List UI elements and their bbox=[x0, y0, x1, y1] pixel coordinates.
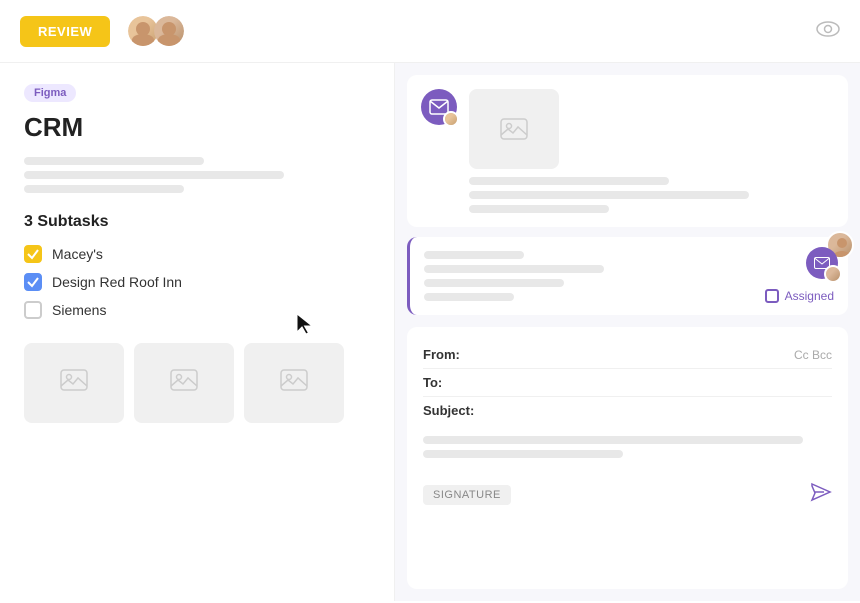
main-layout: Figma CRM 3 Subtasks Macey's Design Red … bbox=[0, 63, 860, 601]
email-footer: SIGNATURE bbox=[423, 474, 832, 508]
header-left: REVIEW bbox=[20, 14, 186, 48]
figma-tag: Figma bbox=[24, 84, 76, 102]
signature-button[interactable]: SIGNATURE bbox=[423, 485, 511, 505]
email-subject-row: Subject: bbox=[423, 397, 832, 424]
avatar-face-2 bbox=[154, 16, 184, 46]
message-card-2: Assigned bbox=[407, 237, 848, 315]
thumbnail-2[interactable] bbox=[134, 343, 234, 423]
message-card-1 bbox=[407, 75, 848, 227]
header: REVIEW bbox=[0, 0, 860, 63]
project-title: CRM bbox=[24, 112, 370, 143]
subtask-label-siemens: Siemens bbox=[52, 302, 106, 318]
desc-line-1 bbox=[24, 157, 204, 165]
desc-line-3 bbox=[24, 185, 184, 193]
msg-line-2b bbox=[424, 265, 604, 273]
to-label: To: bbox=[423, 375, 483, 390]
assigned-checkbox[interactable] bbox=[765, 289, 779, 303]
msg-card-1-content bbox=[469, 89, 834, 213]
msg-line-1c bbox=[469, 205, 609, 213]
subtask-checkbox-maceys[interactable] bbox=[24, 245, 42, 263]
email-compose: From: Cc Bcc To: Subject: SIGNATURE bbox=[407, 327, 848, 589]
assigned-label: Assigned bbox=[785, 289, 834, 303]
msg-avatar-email-1 bbox=[421, 89, 457, 125]
review-button[interactable]: REVIEW bbox=[20, 16, 110, 47]
eye-icon[interactable] bbox=[816, 20, 840, 43]
thumbnails-row bbox=[24, 343, 370, 423]
msg-line-1a bbox=[469, 177, 669, 185]
avatars-group bbox=[126, 14, 186, 48]
thumbnail-icon-2 bbox=[170, 369, 198, 397]
assigned-badge: Assigned bbox=[765, 289, 834, 303]
subtask-item-siemens[interactable]: Siemens bbox=[24, 301, 370, 319]
avatar-2 bbox=[152, 14, 186, 48]
email-body-line-2 bbox=[423, 450, 623, 458]
msg-image-1 bbox=[469, 89, 559, 169]
thumbnail-icon-1 bbox=[60, 369, 88, 397]
email-body-line-1 bbox=[423, 436, 803, 444]
cc-bcc-label: Cc Bcc bbox=[794, 348, 832, 362]
subtask-item-maceys[interactable]: Macey's bbox=[24, 245, 370, 263]
msg-line-2d bbox=[424, 293, 514, 301]
thumbnail-3[interactable] bbox=[244, 343, 344, 423]
subtask-checkbox-siemens[interactable] bbox=[24, 301, 42, 319]
subtask-list: Macey's Design Red Roof Inn Siemens bbox=[24, 245, 370, 319]
subtasks-heading: 3 Subtasks bbox=[24, 213, 370, 231]
email-body bbox=[423, 436, 832, 458]
send-icon[interactable] bbox=[810, 482, 832, 508]
msg-card-1-lines bbox=[469, 177, 834, 213]
desc-line-2 bbox=[24, 171, 284, 179]
msg-line-2c bbox=[424, 279, 564, 287]
right-panel: Assigned bbox=[395, 63, 860, 601]
from-label: From: bbox=[423, 347, 483, 362]
thumbnail-1[interactable] bbox=[24, 343, 124, 423]
email-from-row: From: Cc Bcc bbox=[423, 341, 832, 369]
left-panel: Figma CRM 3 Subtasks Macey's Design Red … bbox=[0, 63, 395, 601]
msg-line-1b bbox=[469, 191, 749, 199]
thumbnail-icon-3 bbox=[280, 369, 308, 397]
msg-line-2a bbox=[424, 251, 524, 259]
subtask-item-red-roof[interactable]: Design Red Roof Inn bbox=[24, 273, 370, 291]
card-email-icon bbox=[806, 247, 838, 279]
subtask-label-red-roof: Design Red Roof Inn bbox=[52, 274, 182, 290]
subject-label: Subject: bbox=[423, 403, 483, 418]
email-to-row: To: bbox=[423, 369, 832, 397]
subtask-checkbox-red-roof[interactable] bbox=[24, 273, 42, 291]
description-lines bbox=[24, 157, 370, 193]
subtask-label-maceys: Macey's bbox=[52, 246, 103, 262]
